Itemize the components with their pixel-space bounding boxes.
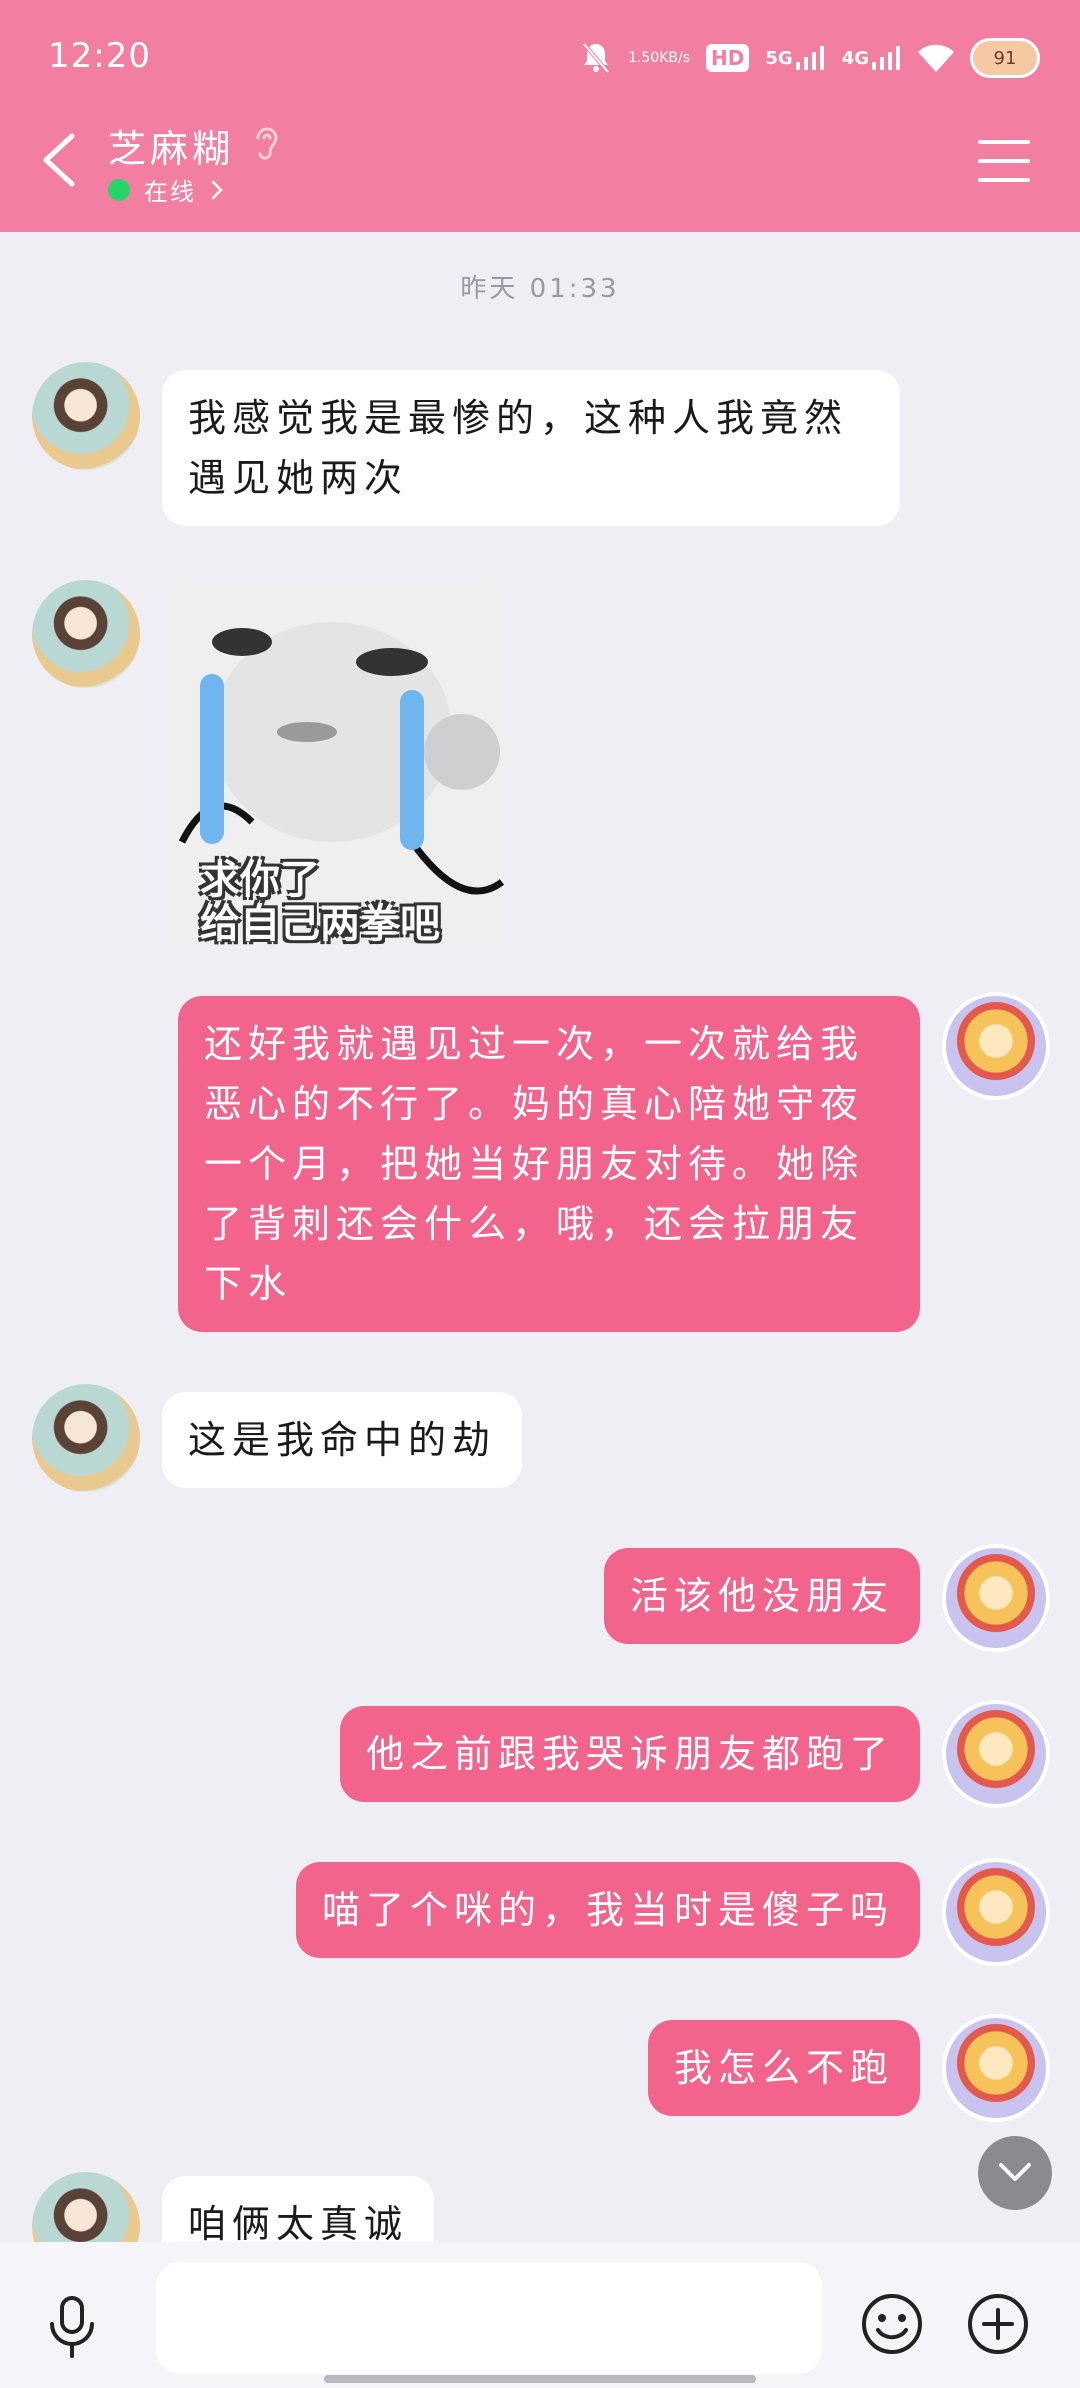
ear-icon[interactable] (252, 124, 280, 168)
signal-5g-icon: 5G (765, 46, 825, 70)
sticker-image[interactable]: 求你了 给自己两拳吧 (162, 582, 510, 946)
message-line: 活该他没朋友 (629, 1574, 894, 1618)
message-line: 恶心的不行了。妈的真心陪她守夜 (204, 1082, 865, 1126)
message-line: 了背刺还会什么，哦，还会拉朋友 (204, 1202, 865, 1246)
emoji-button[interactable] (860, 2292, 924, 2360)
mute-bell-icon (580, 41, 612, 75)
status-icons: 1.50 KB/s HD 5G 4G 91 (580, 28, 1040, 88)
scroll-to-bottom-button[interactable] (978, 2136, 1052, 2210)
online-text: 在线 (144, 178, 196, 206)
message-line: 还好我就遇见过一次，一次就给我 (204, 1022, 865, 1066)
message-line: 咱俩太真诚 (188, 2202, 409, 2242)
message-bubble-right[interactable]: 我怎么不跑 (647, 2020, 920, 2116)
menu-button[interactable] (978, 140, 1030, 182)
back-button[interactable] (36, 130, 80, 190)
sticker-caption: 求你了 给自己两拳吧 (200, 858, 440, 946)
chat-timestamp: 昨天 01:33 (460, 274, 620, 304)
emoji-icon (862, 2294, 922, 2354)
message-bubble-left[interactable]: 我感觉我是最惨的，这种人我竟然 遇见她两次 (162, 370, 900, 526)
more-button[interactable] (966, 2292, 1030, 2360)
my-avatar[interactable] (942, 1544, 1050, 1652)
hd-label: HD (706, 44, 750, 72)
message-line: 我怎么不跑 (673, 2046, 894, 2090)
online-dot (108, 178, 130, 201)
contact-avatar[interactable] (32, 362, 140, 470)
message-input[interactable] (156, 2262, 822, 2374)
my-avatar[interactable] (942, 2014, 1050, 2122)
speed-value: 1.50 (628, 49, 660, 66)
signal-4g-icon: 4G (842, 46, 902, 70)
online-status[interactable]: 在线 (108, 172, 224, 207)
contact-avatar[interactable] (32, 1384, 140, 1492)
message-line: 我感觉我是最惨的，这种人我竟然 (188, 396, 849, 440)
message-bubble-right[interactable]: 喵了个咪的，我当时是傻子吗 (295, 1862, 920, 1958)
message-bubble-left[interactable]: 咱俩太真诚 (162, 2176, 435, 2242)
sticker-caption-line: 给自己两拳吧 (200, 901, 440, 946)
menu-line (978, 140, 1030, 144)
message-bubble-left[interactable]: 这是我命中的劫 (162, 1392, 523, 1488)
message-line: 喵了个咪的，我当时是傻子吗 (321, 1888, 894, 1932)
microphone-icon (50, 2296, 94, 2358)
plus-icon (968, 2294, 1028, 2354)
message-bubble-right[interactable]: 活该他没朋友 (603, 1548, 920, 1644)
message-bubble-right[interactable]: 还好我就遇见过一次，一次就给我 恶心的不行了。妈的真心陪她守夜 一个月，把她当好… (178, 996, 920, 1332)
chevron-down-icon (999, 2163, 1031, 2181)
battery-icon: 91 (970, 38, 1040, 78)
contact-name[interactable]: 芝麻糊 (108, 118, 234, 173)
menu-line (978, 178, 1030, 182)
speed-unit: KB/s (659, 49, 691, 66)
chat-area[interactable]: 昨天 01:33 我感觉我是最惨的，这种人我竟然 遇见她两次 求你了 给自己两拳… (0, 232, 1080, 2242)
message-line: 一个月，把她当好朋友对待。她除 (204, 1142, 865, 1186)
chevron-right-icon (211, 180, 223, 199)
my-avatar[interactable] (942, 992, 1050, 1100)
net-5g-label: 5G (765, 47, 793, 69)
message-line: 这是我命中的劫 (188, 1418, 497, 1462)
network-speed: 1.50 KB/s (628, 49, 691, 66)
contact-avatar[interactable] (32, 580, 140, 688)
sticker-caption-line: 求你了 (200, 857, 320, 903)
hd-icon: HD (706, 44, 750, 72)
status-time: 12:20 (48, 36, 151, 76)
message-line: 他之前跟我哭诉朋友都跑了 (365, 1732, 894, 1776)
voice-button[interactable] (44, 2294, 100, 2364)
input-bar (0, 2242, 1080, 2388)
header-bar: 12:20 1.50 KB/s HD 5G 4G 91 芝麻糊 在线 (0, 0, 1080, 232)
battery-level: 91 (970, 38, 1040, 78)
message-bubble-right[interactable]: 他之前跟我哭诉朋友都跑了 (339, 1706, 920, 1802)
net-4g-label: 4G (841, 47, 869, 69)
home-indicator[interactable] (324, 2375, 756, 2383)
my-avatar[interactable] (942, 1858, 1050, 1966)
my-avatar[interactable] (942, 1700, 1050, 1808)
contact-avatar[interactable] (32, 2172, 140, 2242)
wifi-icon (918, 44, 954, 72)
message-line: 遇见她两次 (188, 456, 409, 500)
message-line: 下水 (204, 1262, 293, 1306)
menu-line (978, 159, 1030, 163)
chevron-left-icon (43, 133, 75, 187)
